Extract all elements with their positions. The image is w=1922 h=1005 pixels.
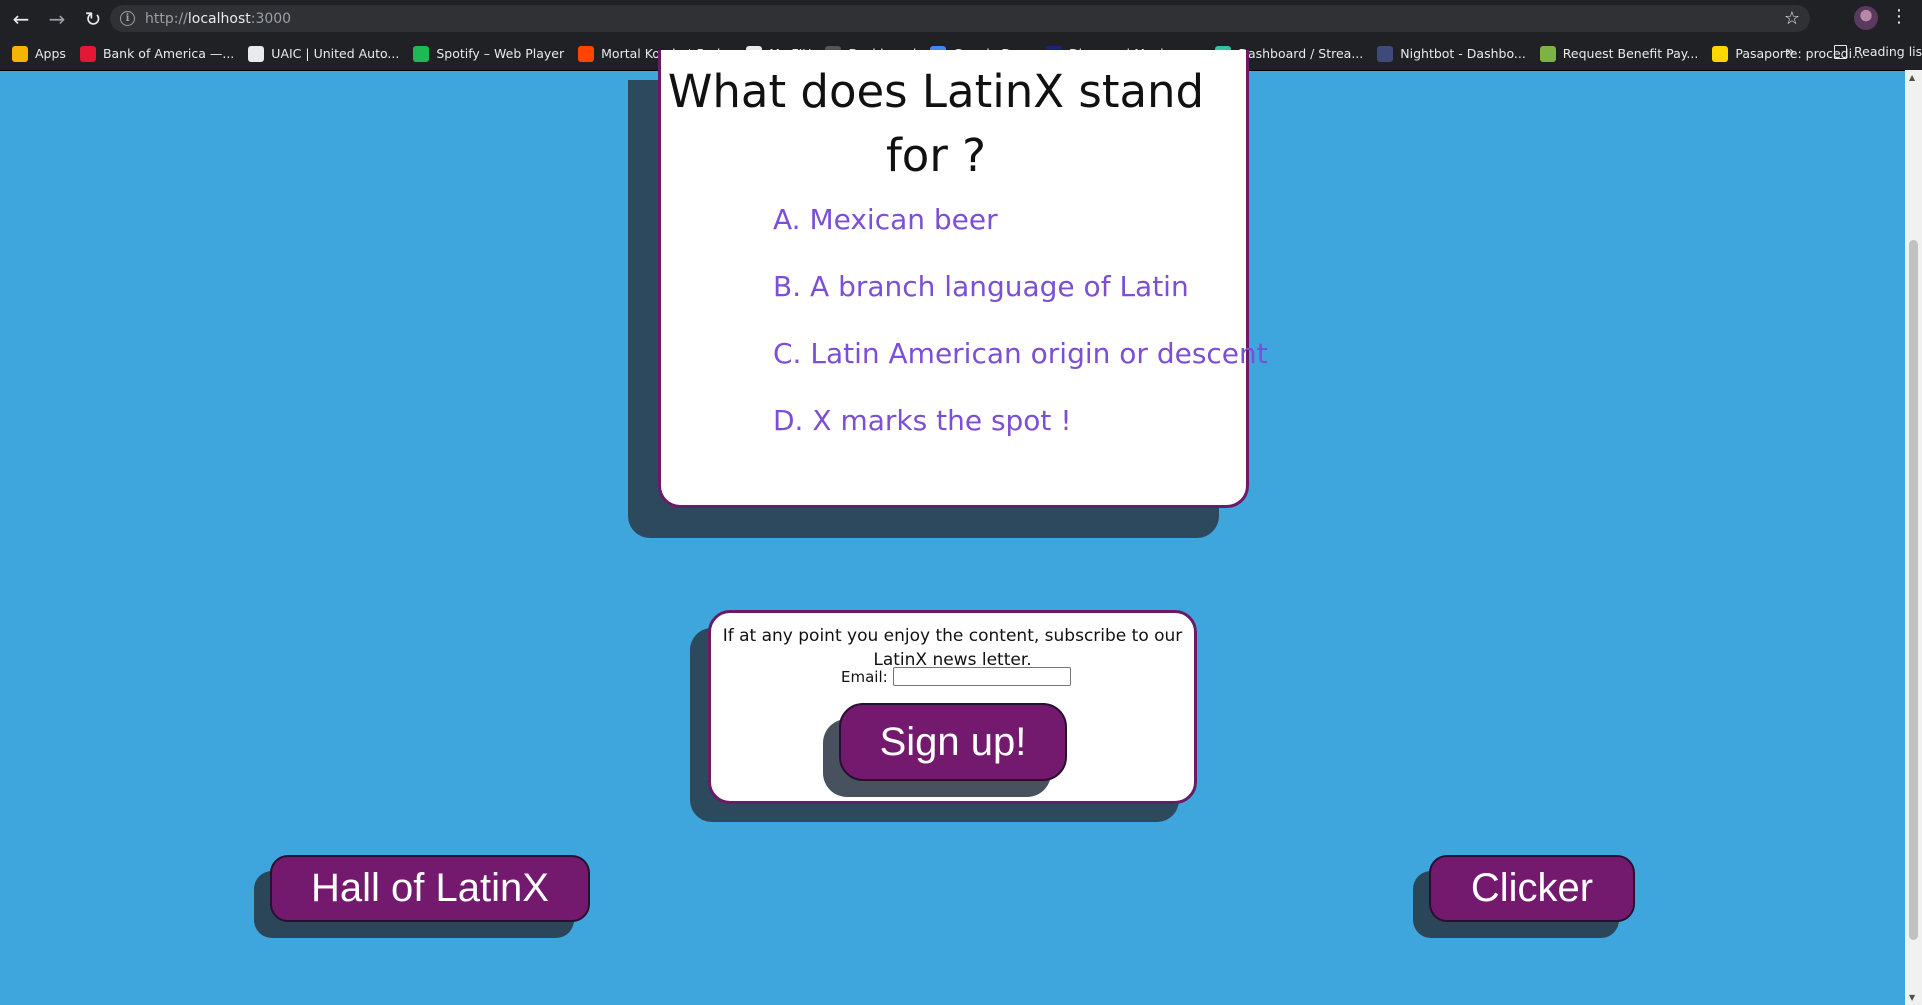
site-info-icon[interactable]: i: [120, 11, 135, 26]
browser-toolbar: ← → ↻ i http://localhost:3000 ☆ ⋮: [0, 0, 1922, 37]
email-label: Email:: [841, 667, 888, 686]
quiz-card: What does LatinX stand for ? A. Mexican …: [658, 50, 1268, 508]
uaic-icon: [248, 45, 265, 62]
kebab-menu-icon[interactable]: ⋮: [1890, 6, 1908, 27]
benefit-icon: [1539, 45, 1556, 62]
scroll-down-icon[interactable]: ▼: [1909, 993, 1915, 1002]
bookmark-label: Spotify – Web Player: [436, 46, 565, 61]
reading-list-icon: [1834, 44, 1847, 59]
answer-list: A. Mexican beer B. A branch language of …: [773, 203, 1268, 471]
url-host: localhost: [187, 10, 251, 27]
bookmark-item[interactable]: Nightbot - Dashbo...: [1377, 45, 1526, 62]
bookmark-item[interactable]: UAIC | United Auto...: [248, 45, 400, 62]
apps-grid-icon: [12, 45, 28, 62]
bookmark-label: Bank of America —...: [102, 46, 235, 61]
scrollbar-thumb[interactable]: [1909, 240, 1918, 940]
bookmark-item[interactable]: Bank of America —...: [79, 45, 235, 62]
url-scheme: http://: [145, 10, 188, 27]
pasaporte-icon: [1712, 45, 1729, 62]
spotify-icon: [413, 45, 430, 62]
quiz-question: What does LatinX stand for ?: [667, 65, 1205, 182]
nightbot-icon: [1377, 45, 1394, 62]
answer-option-c[interactable]: C. Latin American origin or descent: [773, 337, 1268, 404]
newsletter-card: If at any point you enjoy the content, s…: [708, 610, 1197, 804]
bookmark-label: Request Benefit Pay...: [1562, 46, 1699, 61]
profile-avatar-icon[interactable]: [1854, 6, 1878, 30]
bookmark-star-icon[interactable]: ☆: [1784, 8, 1800, 29]
bookmark-item[interactable]: Spotify – Web Player: [413, 45, 565, 62]
forward-arrow-icon[interactable]: →: [42, 4, 72, 34]
reload-icon[interactable]: ↻: [78, 4, 108, 34]
back-arrow-icon[interactable]: ←: [6, 4, 36, 34]
hall-of-latinx-button[interactable]: Hall of LatinX: [270, 855, 590, 922]
bookmark-item[interactable]: Apps: [12, 45, 66, 62]
newsletter-text: If at any point you enjoy the content, s…: [722, 626, 1183, 670]
answer-option-b[interactable]: B. A branch language of Latin: [773, 270, 1268, 337]
address-bar[interactable]: i http://localhost:3000 ☆: [110, 5, 1810, 32]
answer-option-d[interactable]: D. X marks the spot !: [773, 404, 1268, 471]
bookmark-label: UAIC | United Auto...: [271, 46, 400, 61]
reddit-icon: [578, 45, 595, 62]
page-content: What does LatinX stand for ? A. Mexican …: [0, 50, 1922, 1005]
reading-list-label: Reading list: [1854, 44, 1922, 59]
answer-option-a[interactable]: A. Mexican beer: [773, 203, 1268, 270]
email-input[interactable]: [892, 667, 1071, 686]
url-text[interactable]: http://localhost:3000: [145, 11, 291, 27]
more-bookmarks-icon[interactable]: »: [1786, 44, 1795, 60]
bookmark-label: Apps: [35, 46, 66, 61]
bookmark-label: Nightbot - Dashbo...: [1400, 46, 1526, 61]
bookmark-item[interactable]: Request Benefit Pay...: [1539, 45, 1699, 62]
bookmark-label: Dashboard / Strea...: [1238, 46, 1364, 61]
reading-list-button[interactable]: Reading list: [1834, 44, 1922, 59]
bank-of-america-icon: [79, 45, 96, 62]
url-port: :3000: [250, 10, 292, 27]
signup-button[interactable]: Sign up!: [839, 703, 1067, 781]
clicker-button[interactable]: Clicker: [1429, 855, 1635, 922]
page-scrollbar[interactable]: ▲ ▼: [1905, 70, 1922, 1005]
scroll-up-icon[interactable]: ▲: [1909, 73, 1915, 82]
email-row: Email:: [841, 667, 1071, 686]
